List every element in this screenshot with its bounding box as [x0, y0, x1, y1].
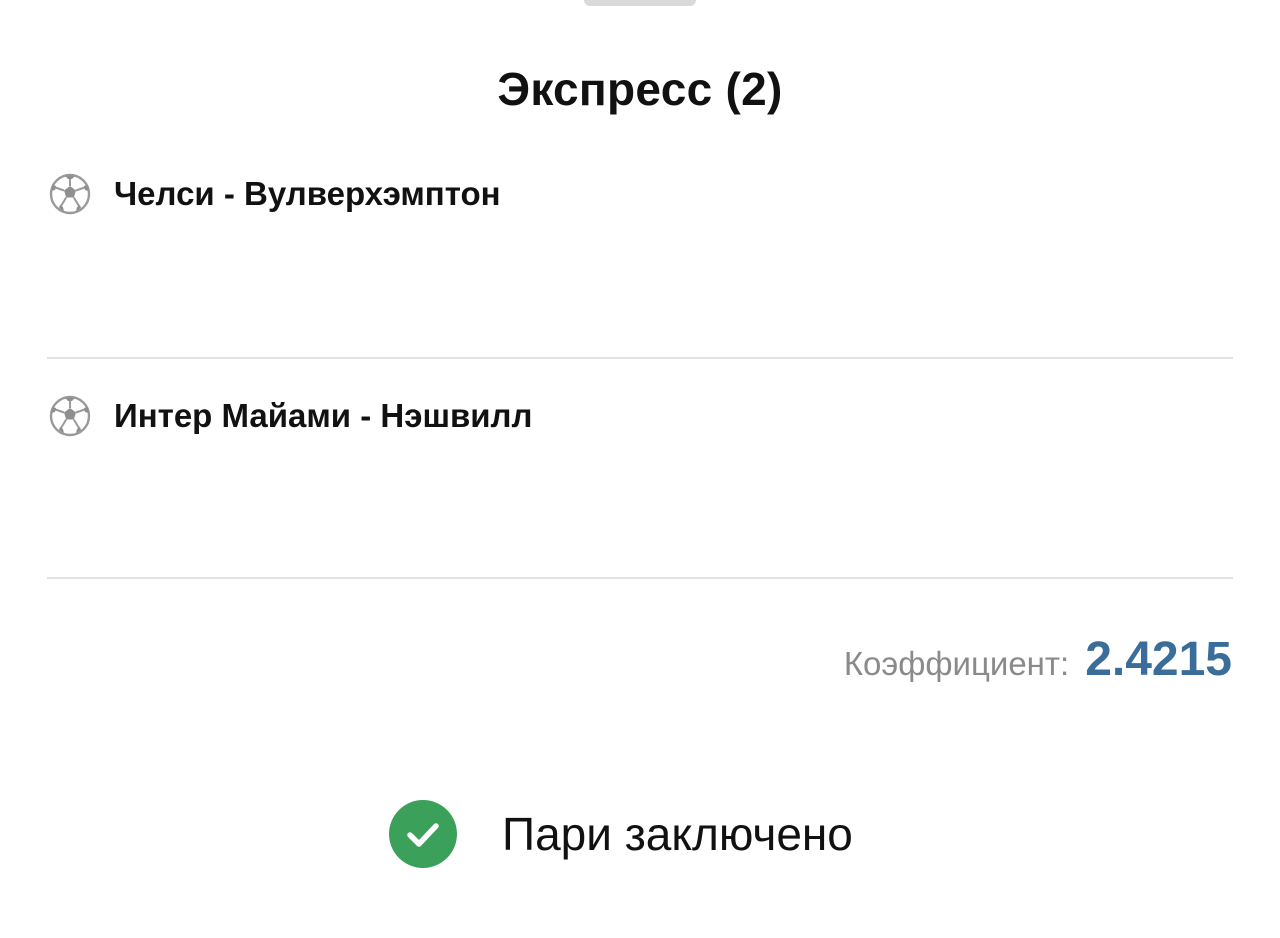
odds-summary: Коэффициент: 2.4215 [844, 632, 1232, 692]
divider [47, 577, 1233, 579]
odds-value: 2.4215 [1085, 633, 1232, 686]
odds-label: Коэффициент: [843, 645, 1070, 682]
sheet-grabber-handle[interactable] [584, 0, 696, 6]
soccer-ball-icon [49, 173, 91, 215]
divider [47, 357, 1233, 359]
soccer-ball-icon [49, 395, 91, 437]
check-circle-icon [389, 800, 457, 868]
event-title[interactable]: Интер Майами - Нэшвилл [114, 396, 532, 436]
event-row: Челси - Вулверхэмптон [48, 172, 1234, 232]
bet-sheet: Экспресс (2) Челси - Вулверхэмптон Интер… [0, 0, 1280, 938]
status-text: Пари заключено [502, 808, 853, 860]
bet-status: Пари заключено [388, 798, 853, 870]
event-row: Интер Майами - Нэшвилл [48, 394, 1234, 454]
sheet-title: Экспресс (2) [497, 63, 783, 115]
event-title[interactable]: Челси - Вулверхэмптон [114, 174, 501, 214]
